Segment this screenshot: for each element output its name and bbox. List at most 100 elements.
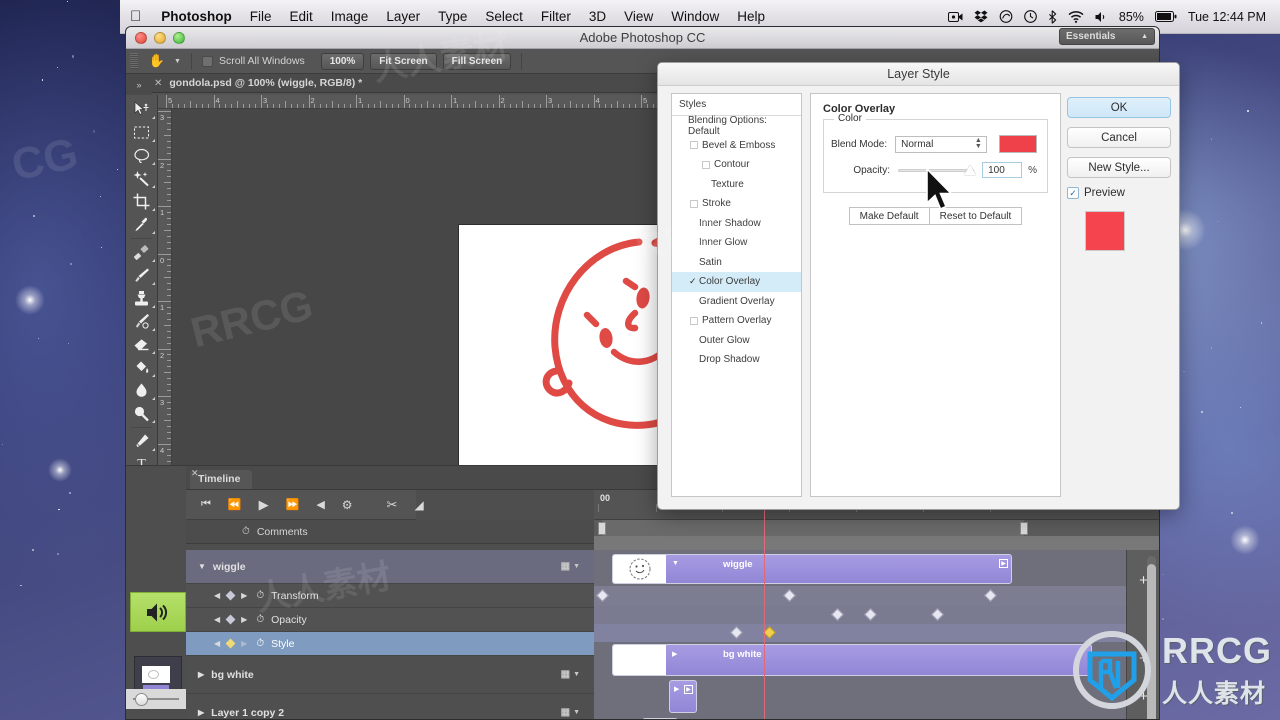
work-area-start-handle[interactable] <box>598 522 606 535</box>
blur-tool[interactable] <box>126 379 157 402</box>
keyframe-style-2-selected[interactable] <box>763 626 776 639</box>
style-checkbox[interactable] <box>702 160 710 169</box>
menu-item-window[interactable]: Window <box>662 9 728 24</box>
screen-recording-icon[interactable] <box>947 11 963 23</box>
wifi-icon[interactable] <box>1068 10 1084 23</box>
clip-disclosure-icon[interactable]: ▶ <box>674 685 679 693</box>
add-keyframe-diamond-icon[interactable] <box>225 590 236 601</box>
style-checkbox[interactable] <box>690 141 698 150</box>
track-property-opacity[interactable]: ◀ ▶ ⏱ Opacity <box>186 608 594 632</box>
make-default-button[interactable]: Make Default <box>848 207 930 225</box>
paint-bucket-tool[interactable] <box>126 356 157 379</box>
ok-button[interactable]: OK <box>1067 97 1171 118</box>
transition-button[interactable]: ◢ <box>414 498 423 512</box>
quick-selection-tool[interactable] <box>126 167 157 190</box>
add-keyframe-diamond-icon[interactable] <box>225 638 236 649</box>
time-machine-icon[interactable] <box>1024 10 1037 23</box>
disclosure-triangle-closed-icon[interactable]: ▶ <box>198 708 204 717</box>
clip-end-handle[interactable]: ▶ <box>999 559 1008 568</box>
zoom-100-button[interactable]: 100% <box>320 52 365 70</box>
keyframe-transform-2[interactable] <box>783 589 796 602</box>
menu-item-layer[interactable]: Layer <box>377 9 429 24</box>
menu-item-help[interactable]: Help <box>728 9 774 24</box>
settings-gear-button[interactable]: ⚙ <box>342 498 353 512</box>
healing-brush-tool[interactable] <box>126 241 157 264</box>
property-band-transform[interactable] <box>594 586 1126 606</box>
menu-item-image[interactable]: Image <box>322 9 378 24</box>
style-item-drop-shadow[interactable]: Drop Shadow <box>672 350 801 370</box>
style-item-contour[interactable]: Contour <box>672 155 801 175</box>
track-options[interactable]: ▦ ▼ <box>561 707 580 718</box>
timeline-track-area[interactable]: ▼ wiggle ▶ ▶ bg white ▶ ▶ <box>594 550 1126 719</box>
keyframe-transform-1[interactable] <box>596 589 609 602</box>
clone-stamp-tool[interactable] <box>126 287 157 310</box>
disclosure-triangle-open-icon[interactable]: ▼ <box>198 562 206 571</box>
style-item-satin[interactable]: Satin <box>672 253 801 273</box>
document-tab-title[interactable]: gondola.psd @ 100% (wiggle, RGB/8) * <box>169 77 362 89</box>
style-item-gradient-overlay[interactable]: Gradient Overlay <box>672 292 801 312</box>
menu-item-3d[interactable]: 3D <box>580 9 615 24</box>
style-checkbox[interactable] <box>690 316 698 325</box>
preview-row[interactable]: ✓ Preview <box>1067 187 1171 199</box>
opacity-slider-knob[interactable] <box>964 165 977 175</box>
lasso-tool[interactable] <box>126 144 157 167</box>
scroll-all-windows-checkbox[interactable] <box>201 55 213 67</box>
disclosure-triangle-closed-icon[interactable]: ▶ <box>198 670 204 679</box>
keyframe-style-1[interactable] <box>730 626 743 639</box>
track-header-bg-white[interactable]: ▶ bg white ▦ ▼ <box>186 656 594 694</box>
volume-icon[interactable] <box>1095 11 1108 23</box>
style-item-texture[interactable]: Texture <box>672 175 801 195</box>
next-frame-button[interactable]: ⏩ <box>286 498 300 511</box>
style-checkbox[interactable] <box>690 199 698 208</box>
pen-tool[interactable] <box>126 430 157 453</box>
menu-item-edit[interactable]: Edit <box>281 9 322 24</box>
timeline-zoom-slider[interactable] <box>126 689 186 709</box>
styles-list[interactable]: Styles Blending Options: Default Bevel &… <box>671 93 802 497</box>
audio-mute-button[interactable]: ◀ <box>316 498 324 511</box>
styles-list-header[interactable]: Styles <box>672 94 801 116</box>
work-area-end-handle[interactable] <box>1020 522 1028 535</box>
previous-keyframe-icon[interactable]: ◀ <box>214 591 220 600</box>
window-title-bar[interactable]: Adobe Photoshop CC <box>126 27 1159 49</box>
brush-tool[interactable] <box>126 264 157 287</box>
audio-speaker-button[interactable] <box>130 592 186 632</box>
clip-layer1-copy2[interactable]: ▶ ▶ <box>669 680 697 713</box>
keyframe-opacity-2[interactable] <box>864 608 877 621</box>
clip-extra-partial[interactable] <box>642 718 678 719</box>
previous-keyframe-icon[interactable]: ◀ <box>214 615 220 624</box>
track-header-wiggle[interactable]: ▼ wiggle ▦ ▼ <box>186 550 594 584</box>
options-bar-grip[interactable] <box>130 53 138 69</box>
track-header-layer1-copy2[interactable]: ▶ Layer 1 copy 2 ▦ ▼ <box>186 694 594 719</box>
tab-timeline[interactable]: Timeline <box>190 470 253 489</box>
comments-row[interactable]: ⏱ Comments <box>186 520 594 544</box>
style-item-color-overlay[interactable]: ✓ Color Overlay <box>672 272 801 292</box>
stopwatch-icon[interactable]: ⏱ <box>256 614 264 625</box>
play-button[interactable]: ▶ <box>259 497 269 513</box>
close-icon[interactable]: ✕ <box>191 468 199 479</box>
style-item-inner-glow[interactable]: Inner Glow <box>672 233 801 253</box>
track-options[interactable]: ▦ ▼ <box>561 669 580 680</box>
history-brush-tool[interactable] <box>126 310 157 333</box>
stopwatch-icon[interactable]: ⏱ <box>256 638 264 649</box>
style-item-inner-shadow[interactable]: Inner Shadow <box>672 214 801 234</box>
opacity-input[interactable]: 100 <box>982 162 1023 178</box>
menu-item-select[interactable]: Select <box>476 9 532 24</box>
dropbox-icon[interactable] <box>974 10 988 23</box>
property-band-opacity[interactable] <box>594 606 1126 624</box>
menu-item-filter[interactable]: Filter <box>532 9 580 24</box>
go-to-first-frame-button[interactable]: ⏮ <box>201 498 211 511</box>
cancel-button[interactable]: Cancel <box>1067 127 1171 148</box>
hand-tool-icon[interactable]: ✋ <box>146 53 168 69</box>
keyframe-nav-opacity[interactable]: ◀ ▶ <box>214 614 247 625</box>
move-tool[interactable] <box>126 98 157 121</box>
stopwatch-icon[interactable]: ⏱ <box>256 590 264 601</box>
creative-cloud-icon[interactable] <box>999 10 1013 23</box>
next-keyframe-icon[interactable]: ▶ <box>241 615 247 624</box>
menu-item-photoshop[interactable]: Photoshop <box>152 9 241 24</box>
crop-tool[interactable] <box>126 190 157 213</box>
menu-item-view[interactable]: View <box>615 9 662 24</box>
apple-icon[interactable]:  <box>120 9 152 24</box>
keyframe-opacity-3[interactable] <box>931 608 944 621</box>
clip-disclosure-icon[interactable]: ▶ <box>672 650 677 658</box>
clip-end-handle[interactable]: ▶ <box>684 685 693 694</box>
